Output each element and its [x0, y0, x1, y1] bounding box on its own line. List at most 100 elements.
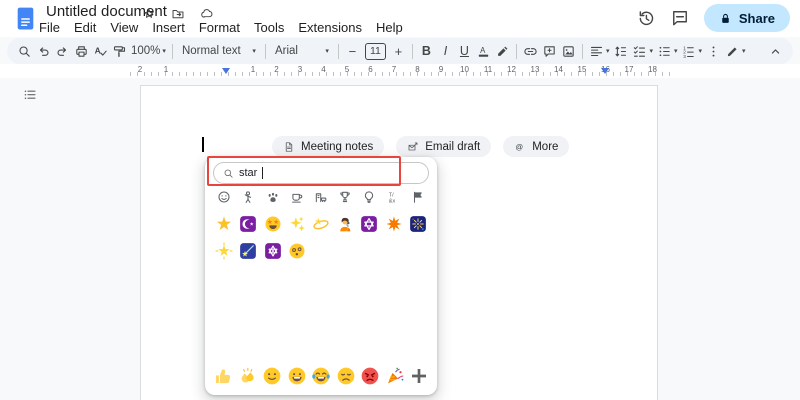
- editing-mode-select[interactable]: ▾: [723, 40, 748, 62]
- bold-button[interactable]: B: [417, 40, 436, 62]
- italic-button[interactable]: I: [436, 40, 455, 62]
- menu-tools[interactable]: Tools: [247, 19, 291, 36]
- chip-meeting-notes[interactable]: Meeting notes: [272, 136, 385, 157]
- divider: [337, 43, 339, 59]
- svg-text:A: A: [95, 45, 101, 55]
- document-outline-icon[interactable]: [22, 88, 38, 102]
- ruler-number: 15: [577, 65, 587, 74]
- recent-emoji-party-popper[interactable]: [385, 364, 405, 388]
- emoji-star-and-crescent[interactable]: [236, 212, 260, 236]
- ruler-number: 17: [624, 65, 634, 74]
- underline-button[interactable]: U: [455, 40, 474, 62]
- spellcheck-icon[interactable]: A: [93, 44, 108, 59]
- numbered-list-select[interactable]: 1 2 3 ▾: [679, 40, 704, 62]
- comments-icon[interactable]: [670, 8, 690, 28]
- emoji-star-of-david[interactable]: [357, 212, 381, 236]
- emoji-category-people[interactable]: [236, 185, 260, 209]
- bullet-list-icon: [657, 44, 672, 59]
- menu-view[interactable]: View: [103, 19, 145, 36]
- recent-emoji-grinning-face[interactable]: [287, 364, 307, 388]
- emoji-category-objects-icon: [362, 190, 376, 204]
- font-size-decrease[interactable]: −: [343, 40, 362, 62]
- chip-email-draft[interactable]: Email draft: [396, 136, 492, 157]
- emoji-category-flags[interactable]: [406, 185, 430, 209]
- undo-icon[interactable]: [36, 44, 51, 59]
- menu-edit[interactable]: Edit: [67, 19, 103, 36]
- svg-text:3: 3: [684, 53, 687, 58]
- emoji-sparkles-icon: [288, 215, 306, 233]
- menu-format[interactable]: Format: [192, 19, 247, 36]
- text-color-icon[interactable]: A: [476, 44, 491, 59]
- share-button[interactable]: Share: [703, 4, 790, 32]
- emoji-eight-pointed-star[interactable]: [382, 212, 406, 236]
- menu-file[interactable]: File: [32, 19, 67, 36]
- recent-emoji-thumbs-up-icon: [213, 366, 233, 386]
- print-icon[interactable]: [74, 44, 89, 59]
- recent-emoji-slightly-smiling-face-icon: [262, 366, 282, 386]
- font-size-value[interactable]: 11: [364, 42, 386, 60]
- emoji-category-travel-and-places[interactable]: [309, 185, 333, 209]
- emoji-star[interactable]: [212, 212, 236, 236]
- emoji-category-food-and-drink[interactable]: [285, 185, 309, 209]
- recent-emoji-disappointed-face[interactable]: [336, 364, 356, 388]
- redo-icon[interactable]: [55, 44, 70, 59]
- more-options-icon[interactable]: [706, 44, 721, 59]
- emoji-category-travel-and-places-icon: [314, 190, 328, 204]
- emoji-dizzy-icon: [312, 215, 330, 233]
- ruler-number: 9: [438, 65, 444, 74]
- font-size-increase[interactable]: +: [389, 40, 408, 62]
- emoji-category-people-icon: [241, 190, 255, 204]
- recent-emoji-face-with-tears-of-joy[interactable]: [311, 364, 331, 388]
- emoji-fireworks[interactable]: [406, 212, 430, 236]
- more-emojis-button[interactable]: [409, 364, 429, 388]
- paint-format-icon[interactable]: [112, 44, 127, 59]
- highlight-color-icon[interactable]: [495, 44, 510, 59]
- emoji-dotted-six-pointed-star[interactable]: [260, 239, 284, 263]
- emoji-category-symbols[interactable]: T/&x: [382, 185, 406, 209]
- emoji-category-smileys-and-emotions[interactable]: [212, 185, 236, 209]
- insert-link-icon[interactable]: [523, 44, 538, 59]
- menu-insert[interactable]: Insert: [145, 19, 192, 36]
- emoji-category-animals-and-nature-icon: [266, 190, 280, 204]
- left-indent-marker[interactable]: [222, 68, 230, 74]
- emoji-category-objects[interactable]: [357, 185, 381, 209]
- document-canvas: Meeting notes Email draft @ More star T/&x: [0, 78, 800, 400]
- emoji-category-animals-and-nature[interactable]: [260, 185, 284, 209]
- search-menus-icon[interactable]: [17, 44, 32, 59]
- menu-extensions[interactable]: Extensions: [291, 19, 369, 36]
- emoji-sparkles[interactable]: [285, 212, 309, 236]
- menu-help[interactable]: Help: [369, 19, 410, 36]
- emoji-shooting-star[interactable]: [236, 239, 260, 263]
- lock-icon: [719, 12, 732, 25]
- recent-emoji-thumbs-up[interactable]: [213, 364, 233, 388]
- line-spacing-icon[interactable]: [613, 44, 628, 59]
- insert-image-icon[interactable]: [561, 44, 576, 59]
- emoji-singer[interactable]: [333, 212, 357, 236]
- add-comment-icon[interactable]: [542, 44, 557, 59]
- zoom-select[interactable]: 100% ▾: [129, 40, 168, 62]
- align-select[interactable]: ▾: [587, 40, 612, 62]
- emoji-glowing-star[interactable]: [212, 239, 236, 263]
- more-emojis-button-icon: [409, 366, 429, 386]
- bullet-list-select[interactable]: ▾: [655, 40, 680, 62]
- ruler-ticks: [130, 72, 676, 76]
- paragraph-style-select[interactable]: Normal text ▾: [177, 40, 261, 62]
- emoji-category-activities-and-events[interactable]: [333, 185, 357, 209]
- checklist-select[interactable]: ▾: [630, 40, 655, 62]
- chip-more[interactable]: @ More: [503, 136, 570, 157]
- emoji-singer-icon: [336, 215, 354, 233]
- font-select[interactable]: Arial ▾: [270, 40, 334, 62]
- emoji-category-activities-and-events-icon: [338, 190, 352, 204]
- svg-text:T/: T/: [388, 192, 393, 198]
- recent-emoji-clapping-hands[interactable]: [238, 364, 258, 388]
- version-history-icon[interactable]: [636, 8, 656, 28]
- emoji-star-struck[interactable]: [260, 212, 284, 236]
- recent-emoji-angry-face[interactable]: [360, 364, 380, 388]
- emoji-dizzy[interactable]: [309, 212, 333, 236]
- emoji-face-with-spiral-eyes[interactable]: [285, 239, 309, 263]
- hide-menus-icon[interactable]: [768, 44, 783, 59]
- ruler-number: 3: [297, 65, 303, 74]
- align-left-icon: [589, 44, 604, 59]
- right-indent-marker[interactable]: [601, 68, 609, 74]
- recent-emoji-slightly-smiling-face[interactable]: [262, 364, 282, 388]
